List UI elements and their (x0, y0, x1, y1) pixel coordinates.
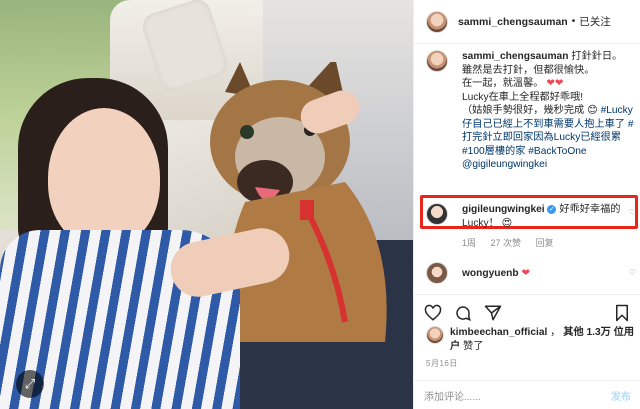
post-date[interactable]: 5月16日 (426, 358, 458, 369)
share-icon[interactable] (484, 304, 502, 322)
comment2-avatar[interactable] (426, 262, 448, 284)
caption: sammi_chengsauman 打針針日。 雖然是去打針，但都很愉快。 在一… (426, 50, 634, 172)
commenter-username[interactable]: gigileungwingkei (462, 204, 545, 215)
heart-emoji-icon: ❤ (521, 267, 530, 279)
commenter-avatar[interactable] (426, 203, 448, 225)
caption-line-3: 在一起，就溫馨。 (462, 78, 544, 89)
expand-icon[interactable]: ⤢ (16, 370, 44, 398)
caption-line-5: （姑娘手勢很好，幾秒完成 (462, 105, 585, 116)
highlighted-comment: gigileungwingkei ✓ 好乖好幸福的Lucky！ 😍 (426, 203, 638, 231)
separator: • (571, 16, 576, 27)
comment2-like-icon[interactable]: ♡ (629, 268, 636, 277)
like-heart-icon[interactable] (424, 304, 442, 322)
heart-emoji-icon: ❤❤ (546, 78, 564, 89)
instagram-post: ⤢ sammi_chengsauman • 已关注 sammi_chengsau… (0, 0, 640, 409)
caption-line-4: Lucky在車上全程都好乖哦! (462, 91, 584, 103)
comment-likes[interactable]: 27 次赞 (491, 238, 522, 248)
reply-button[interactable]: 回复 (536, 238, 554, 248)
heart-eyes-emoji-icon: 😍 (501, 218, 513, 229)
post-comment-button[interactable]: 发布 (611, 388, 631, 403)
caption-mention[interactable]: @gigileungwingkei (462, 159, 547, 170)
smile-emoji-icon: 😊 (587, 105, 598, 116)
author-username[interactable]: sammi_chengsauman (458, 16, 568, 28)
post-photo[interactable]: ⤢ (0, 0, 413, 409)
comment-icon[interactable] (454, 304, 472, 322)
woman-face (48, 108, 160, 248)
post-side-panel: sammi_chengsauman • 已关注 sammi_chengsauma… (413, 0, 640, 409)
liker-username[interactable]: kimbeechan_official (450, 327, 547, 338)
caption-username[interactable]: sammi_chengsauman (462, 51, 568, 62)
add-comment-bar: 添加评论...... 发布 (414, 380, 640, 409)
author-avatar[interactable] (426, 10, 448, 33)
comment-meta: 1周 27 次赞 回复 (462, 236, 566, 249)
comment-time: 1周 (462, 238, 477, 248)
liker-avatar[interactable] (426, 326, 444, 344)
post-header: sammi_chengsauman • 已关注 (414, 0, 640, 44)
caption-line-1: 打針針日。 (571, 51, 623, 62)
verified-badge-icon: ✓ (547, 205, 557, 214)
caption-avatar[interactable] (426, 50, 448, 72)
comment2-username[interactable]: wongyuenb (462, 268, 519, 279)
comment-like-icon[interactable]: ♡ (629, 208, 636, 217)
comment-2: wongyuenb ❤ (426, 262, 638, 284)
caption-line-2: 雖然是去打針，但都很愉快。 (462, 64, 595, 76)
comment-input[interactable]: 添加评论...... (424, 388, 481, 403)
likes-summary: kimbeechan_official ， 其他 1.3万 位用户 赞了 (426, 326, 636, 354)
bookmark-icon[interactable] (613, 304, 631, 322)
follow-status[interactable]: 已关注 (579, 14, 611, 29)
likes-suffix: 赞了 (463, 341, 484, 352)
action-bar (414, 294, 640, 324)
likes-connector: ， (550, 327, 561, 338)
